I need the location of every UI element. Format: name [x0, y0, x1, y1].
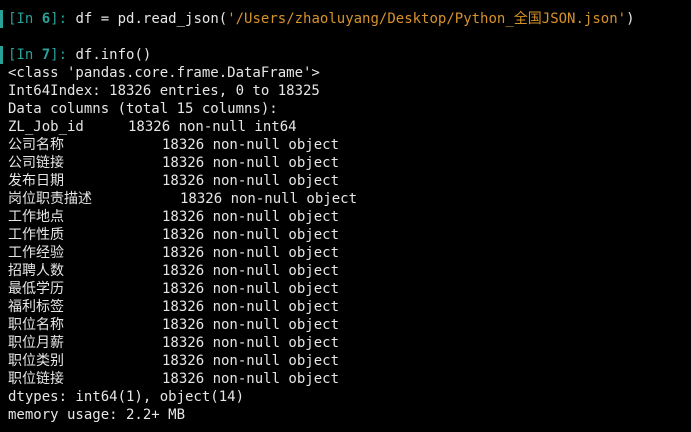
column-row: 职位月薪 18326 non-null object — [8, 334, 339, 352]
column-info: 18326 non-null object — [180, 191, 358, 207]
prompt-number: 6 — [41, 11, 51, 27]
column-name: ZL_Job_id — [8, 119, 84, 135]
column-row: 职位类别 18326 non-null object — [8, 352, 339, 370]
output-index-line: Int64Index: 18326 entries, 0 to 18325 — [8, 83, 320, 99]
output-memory-line: memory usage: 2.2+ MB — [8, 407, 186, 423]
column-name: 福利标签 — [8, 299, 64, 315]
column-row: 发布日期 18326 non-null object — [8, 172, 339, 190]
column-row: 岗位职责描述 18326 non-null object — [8, 190, 357, 208]
column-row: 职位链接 18326 non-null object — [8, 370, 339, 388]
column-row: 职位名称 18326 non-null object — [8, 316, 339, 334]
column-info: 18326 non-null object — [162, 281, 340, 297]
column-name: 工作地点 — [8, 209, 64, 225]
column-row: 福利标签 18326 non-null object — [8, 298, 339, 316]
output-class-line: <class 'pandas.core.frame.DataFrame'> — [8, 65, 320, 81]
column-info: 18326 non-null object — [162, 263, 340, 279]
column-info: 18326 non-null object — [162, 353, 340, 369]
column-info: 18326 non-null object — [162, 317, 340, 333]
column-name: 公司链接 — [8, 155, 64, 171]
column-info: 18326 non-null int64 — [128, 119, 297, 135]
column-name: 职位名称 — [8, 317, 64, 333]
column-info: 18326 non-null object — [162, 173, 340, 189]
column-name: 招聘人数 — [8, 263, 64, 279]
column-name: 发布日期 — [8, 173, 64, 189]
column-row: 工作性质 18326 non-null object — [8, 226, 339, 244]
prompt-close-bracket: ]: — [50, 47, 68, 63]
column-row: 最低学历 18326 non-null object — [8, 280, 339, 298]
column-name: 公司名称 — [8, 137, 64, 153]
column-row: 工作地点 18326 non-null object — [8, 208, 339, 226]
column-name: 职位链接 — [8, 371, 64, 387]
code-string-literal: '/Users/zhaoluyang/Desktop/Python_全国JSON… — [227, 11, 627, 27]
output-dtypes-line: dtypes: int64(1), object(14) — [8, 389, 245, 405]
terminal-window[interactable]: [In 6]: df = pd.read_json('/Users/zhaolu… — [0, 0, 691, 432]
prompt-in-label: In — [16, 47, 42, 63]
column-name: 工作经验 — [8, 245, 64, 261]
prompt-close-bracket: ]: — [50, 11, 68, 27]
cell-6-marker — [0, 10, 3, 28]
column-name: 岗位职责描述 — [8, 191, 92, 207]
cell-7-input[interactable]: [In 7]: df.info() — [8, 46, 151, 64]
column-row: 公司链接 18326 non-null object — [8, 154, 339, 172]
column-name: 职位类别 — [8, 353, 64, 369]
column-info: 18326 non-null object — [162, 299, 340, 315]
column-info: 18326 non-null object — [162, 155, 340, 171]
column-info: 18326 non-null object — [162, 371, 340, 387]
code-text: df = pd.read_json( — [67, 11, 228, 27]
output-columns-header: Data columns (total 15 columns): — [8, 101, 278, 117]
column-info: 18326 non-null object — [162, 227, 340, 243]
column-row: 工作经验 18326 non-null object — [8, 244, 339, 262]
prompt-number: 7 — [41, 47, 51, 63]
column-info: 18326 non-null object — [162, 137, 340, 153]
column-info: 18326 non-null object — [162, 209, 340, 225]
column-name: 职位月薪 — [8, 335, 64, 351]
cell-6-input[interactable]: [In 6]: df = pd.read_json('/Users/zhaolu… — [8, 10, 635, 28]
column-row: 招聘人数 18326 non-null object — [8, 262, 339, 280]
column-info: 18326 non-null object — [162, 245, 340, 261]
column-info: 18326 non-null object — [162, 335, 340, 351]
prompt-in-label: In — [16, 11, 42, 27]
code-text: df.info() — [67, 47, 152, 63]
column-name: 最低学历 — [8, 281, 64, 297]
cell-7-marker — [0, 46, 3, 64]
column-row: ZL_Job_id 18326 non-null int64 — [8, 118, 297, 136]
code-text-end: ) — [626, 11, 635, 27]
column-name: 工作性质 — [8, 227, 64, 243]
column-row: 公司名称 18326 non-null object — [8, 136, 339, 154]
